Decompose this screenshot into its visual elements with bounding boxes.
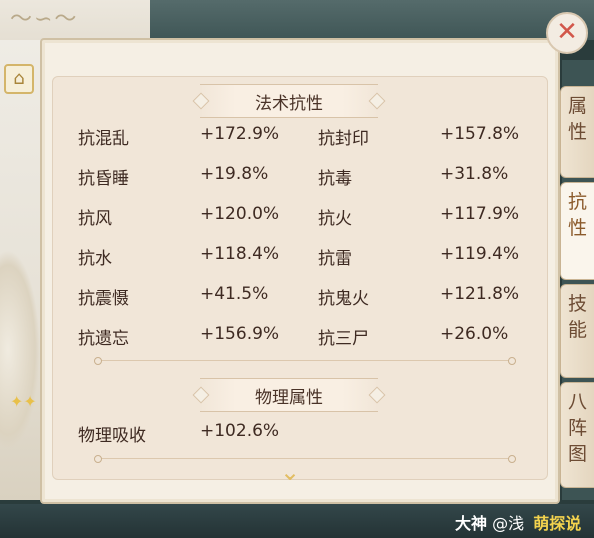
character-illustration xyxy=(0,250,40,450)
stat-row: 抗风 +120.0% 抗火 +117.9% xyxy=(78,204,538,230)
stat-row: 抗混乱 +172.9% 抗封印 +157.8% xyxy=(78,124,538,150)
stat-value: +118.4% xyxy=(200,244,280,264)
stat-name: 抗震慑 xyxy=(78,289,129,309)
tab-attributes[interactable]: 属 性 xyxy=(560,86,594,178)
stat-name: 抗雷 xyxy=(318,249,352,269)
stat-value: +31.8% xyxy=(440,164,509,184)
sparkle-icon: ✦✦ xyxy=(10,392,37,411)
section-divider xyxy=(94,357,516,365)
stat-value: +121.8% xyxy=(440,284,520,304)
stat-name: 抗毒 xyxy=(318,169,352,189)
stat-value: +19.8% xyxy=(200,164,269,184)
tab-label: 技 xyxy=(567,293,587,315)
tab-resistance[interactable]: 抗 性 xyxy=(560,182,594,280)
watermark: 大神 @浅 萌探说 xyxy=(455,510,581,534)
top-frame: 〜∽〜 xyxy=(0,0,594,40)
tab-label: 性 xyxy=(567,217,587,239)
tab-label: 能 xyxy=(567,319,587,341)
stat-name: 物理吸收 xyxy=(78,426,146,446)
stat-value: +119.4% xyxy=(440,244,520,264)
tab-skills[interactable]: 技 能 xyxy=(560,284,594,378)
close-icon: ✕ xyxy=(556,17,578,47)
stat-name: 抗水 xyxy=(78,249,112,269)
stat-value: +172.9% xyxy=(200,124,280,144)
tab-label: 属 xyxy=(567,95,587,117)
watermark-brand: 大神 xyxy=(455,514,488,533)
cloud-ornament-icon: 〜∽〜 xyxy=(10,7,79,32)
stat-name: 抗火 xyxy=(318,209,352,229)
stat-value: +120.0% xyxy=(200,204,280,224)
section-title-physical: 物理属性 xyxy=(200,378,378,412)
top-scene-background xyxy=(150,0,594,40)
stat-value: +156.9% xyxy=(200,324,280,344)
stat-row: 抗震慑 +41.5% 抗鬼火 +121.8% xyxy=(78,284,538,310)
stat-value: +26.0% xyxy=(440,324,509,344)
close-button[interactable]: ✕ xyxy=(546,12,588,54)
watermark-handle: @浅 xyxy=(492,514,525,533)
home-icon: ⌂ xyxy=(13,68,25,89)
watermark-stamp: 萌探说 xyxy=(533,514,582,533)
tab-label: 八 xyxy=(567,391,587,413)
stat-name: 抗封印 xyxy=(318,129,369,149)
tab-label: 性 xyxy=(567,121,587,143)
stat-row: 抗昏睡 +19.8% 抗毒 +31.8% xyxy=(78,164,538,190)
chevron-down-icon: ⌄ xyxy=(279,458,301,486)
section-title-magic-resistance: 法术抗性 xyxy=(200,84,378,118)
stat-name: 抗鬼火 xyxy=(318,289,369,309)
tab-label: 图 xyxy=(567,443,587,465)
stat-name: 抗昏睡 xyxy=(78,169,129,189)
home-button[interactable]: ⌂ xyxy=(4,64,34,94)
stat-name: 抗三尸 xyxy=(318,329,369,349)
stat-value: +157.8% xyxy=(440,124,520,144)
stat-value: +41.5% xyxy=(200,284,269,304)
stat-value: +117.9% xyxy=(440,204,520,224)
tab-label: 阵 xyxy=(567,417,587,439)
section-divider xyxy=(94,455,516,463)
scroll-down-button[interactable]: ⌄ xyxy=(274,460,306,484)
tab-label: 抗 xyxy=(567,191,587,213)
stat-name: 抗风 xyxy=(78,209,112,229)
stat-row: 抗水 +118.4% 抗雷 +119.4% xyxy=(78,244,538,270)
stat-value: +102.6% xyxy=(200,421,280,441)
tab-formation[interactable]: 八 阵 图 xyxy=(560,382,594,488)
stat-name: 抗混乱 xyxy=(78,129,129,149)
stat-row: 抗遗忘 +156.9% 抗三尸 +26.0% xyxy=(78,324,538,350)
stat-name: 抗遗忘 xyxy=(78,329,129,349)
stat-row: 物理吸收 +102.6% xyxy=(78,421,538,447)
